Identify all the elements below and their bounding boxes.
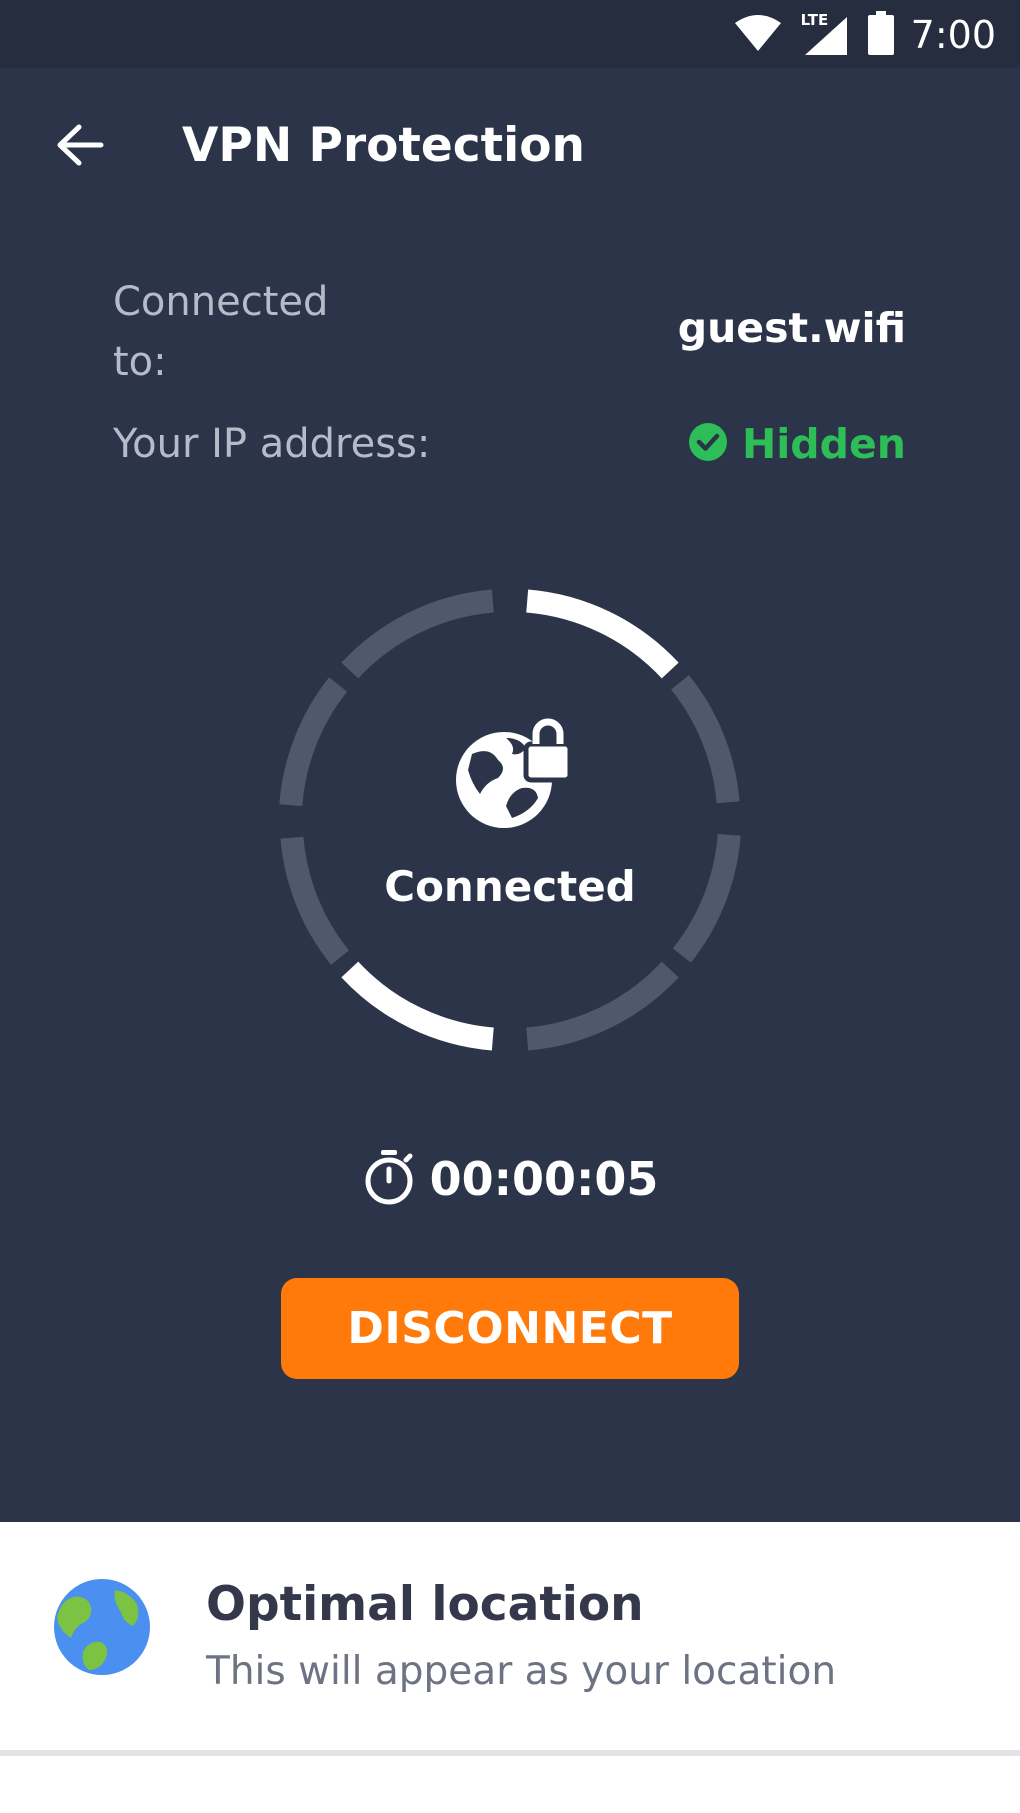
globe-icon	[53, 1578, 151, 1676]
ring-segment-8	[341, 589, 494, 679]
location-title: Optimal location	[206, 1577, 644, 1632]
back-button[interactable]	[46, 113, 114, 181]
ring-segment-7	[279, 677, 348, 807]
stopwatch-icon	[362, 1148, 416, 1210]
status-time: 7:00	[910, 13, 996, 57]
globe-lock-icon	[450, 708, 576, 834]
ip-status-text: Hidden	[741, 420, 906, 468]
app-bar: VPN Protection	[0, 68, 1020, 230]
network-type-label: LTE	[800, 11, 829, 29]
session-timer: 00:00:05	[0, 1148, 1020, 1210]
ring-segment-4	[526, 961, 679, 1051]
status-icons: LTE 7:00	[733, 8, 996, 62]
ring-segment-5	[341, 961, 494, 1051]
timer-value: 00:00:05	[429, 1152, 659, 1206]
arrow-left-icon	[55, 123, 105, 171]
network-name: guest.wifi	[677, 304, 906, 352]
lte-signal-icon: LTE	[799, 11, 851, 57]
wifi-icon	[733, 13, 783, 57]
ip-address-label: Your IP address:	[113, 421, 431, 467]
disconnect-button[interactable]: DISCONNECT	[281, 1278, 739, 1379]
battery-icon	[867, 11, 895, 59]
location-card[interactable]: Optimal location This will appear as you…	[0, 1522, 1020, 1813]
ip-status: Hidden	[688, 420, 906, 468]
check-circle-icon	[688, 422, 728, 466]
page-title: VPN Protection	[182, 118, 585, 173]
connection-status: Connected	[384, 862, 636, 911]
location-subtitle: This will appear as your location	[206, 1649, 837, 1694]
ring-segment-1	[526, 589, 679, 679]
divider	[0, 1750, 1020, 1756]
connected-to-label: Connected to:	[113, 279, 329, 385]
status-bar: LTE 7:00	[0, 0, 1020, 68]
ring-segment-2	[670, 675, 740, 804]
connection-ring: Connected	[270, 580, 750, 1060]
